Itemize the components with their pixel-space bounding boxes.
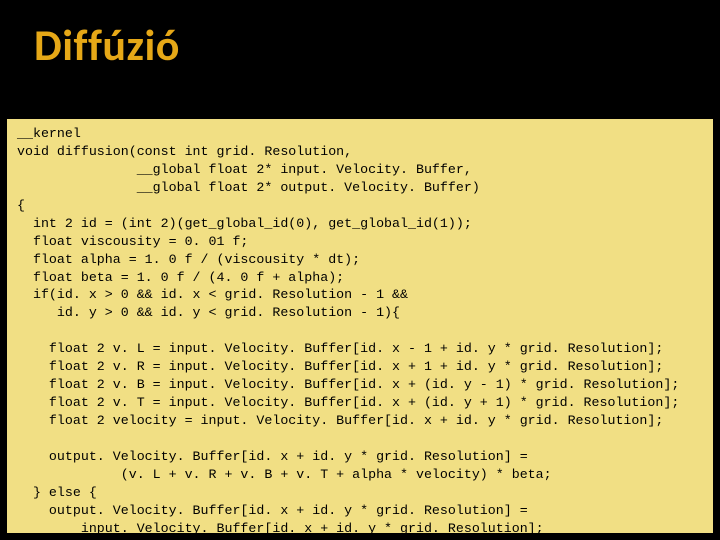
- code-line: float viscousity = 0. 01 f;: [17, 234, 248, 249]
- code-line: __global float 2* input. Velocity. Buffe…: [17, 162, 472, 177]
- code-line: __global float 2* output. Velocity. Buff…: [17, 180, 480, 195]
- code-line: id. y > 0 && id. y < grid. Resolution - …: [17, 305, 400, 320]
- code-block: __kernel void diffusion(const int grid. …: [6, 118, 714, 534]
- code-line: } else {: [17, 485, 97, 500]
- code-line: void diffusion(const int grid. Resolutio…: [17, 144, 352, 159]
- code-line: __kernel: [17, 126, 81, 141]
- code-line: int 2 id = (int 2)(get_global_id(0), get…: [17, 216, 472, 231]
- code-line: output. Velocity. Buffer[id. x + id. y *…: [17, 503, 528, 518]
- code-line: float alpha = 1. 0 f / (viscousity * dt)…: [17, 252, 360, 267]
- code-line: float 2 v. L = input. Velocity. Buffer[i…: [17, 341, 663, 356]
- slide-title: Diffúzió: [0, 0, 720, 86]
- code-content: __kernel void diffusion(const int grid. …: [17, 125, 703, 534]
- code-line: float beta = 1. 0 f / (4. 0 f + alpha);: [17, 270, 344, 285]
- code-line: float 2 v. B = input. Velocity. Buffer[i…: [17, 377, 679, 392]
- code-line: {: [17, 198, 25, 213]
- code-line: if(id. x > 0 && id. x < grid. Resolution…: [17, 287, 408, 302]
- code-line: output. Velocity. Buffer[id. x + id. y *…: [17, 449, 528, 464]
- code-line: (v. L + v. R + v. B + v. T + alpha * vel…: [17, 467, 552, 482]
- code-line: float 2 v. T = input. Velocity. Buffer[i…: [17, 395, 679, 410]
- code-line: float 2 v. R = input. Velocity. Buffer[i…: [17, 359, 663, 374]
- slide: Diffúzió __kernel void diffusion(const i…: [0, 0, 720, 540]
- code-line: input. Velocity. Buffer[id. x + id. y * …: [17, 521, 544, 534]
- code-line: float 2 velocity = input. Velocity. Buff…: [17, 413, 663, 428]
